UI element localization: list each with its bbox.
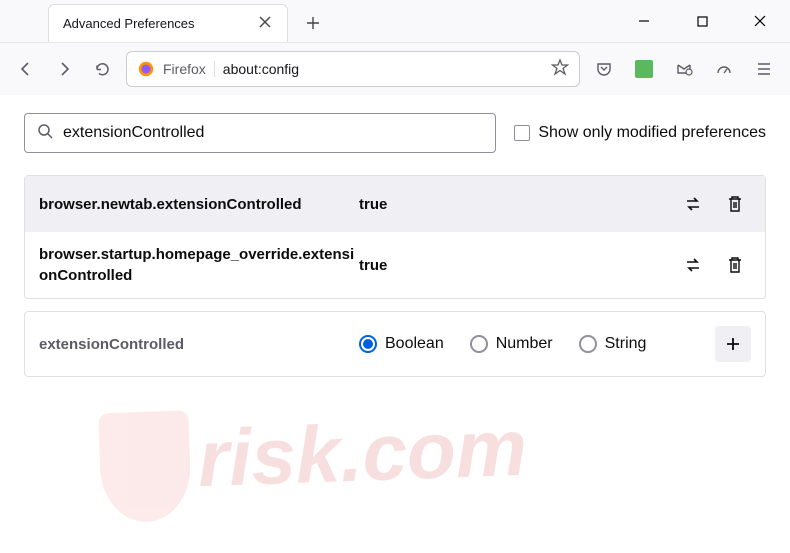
pref-actions [677,188,751,220]
radio-icon [470,335,488,353]
maximize-button[interactable] [682,6,722,36]
search-box[interactable] [24,113,496,153]
performance-icon[interactable] [710,55,738,83]
pref-actions [677,249,751,281]
forward-button[interactable] [50,55,78,83]
pref-value: true [359,257,677,274]
new-pref-row: extensionControlled Boolean Number Strin… [24,311,766,377]
menu-icon[interactable] [750,55,778,83]
new-tab-button[interactable] [298,8,328,38]
extension-icon[interactable] [630,55,658,83]
add-pref-button[interactable] [715,326,751,362]
checkbox-icon[interactable] [514,125,530,141]
url-path: about:config [223,61,543,77]
title-bar: Advanced Preferences [0,0,790,43]
radio-icon [359,335,377,353]
show-modified-label: Show only modified preferences [538,124,766,142]
new-pref-name: extensionControlled [39,336,359,353]
watermark: risk.com [98,393,701,524]
radio-string[interactable]: String [579,335,647,353]
toggle-icon[interactable] [677,249,709,281]
window-controls [624,0,780,42]
type-radio-group: Boolean Number String [359,335,715,353]
delete-icon[interactable] [719,188,751,220]
pref-name: browser.startup.homepage_override.extens… [39,244,359,286]
back-button[interactable] [12,55,40,83]
nav-bar: Firefox about:config [0,43,790,95]
search-icon [37,123,53,144]
tab-active[interactable]: Advanced Preferences [48,4,288,42]
pref-value: true [359,196,677,213]
search-input[interactable] [63,124,483,142]
preferences-table: browser.newtab.extensionControlled true … [24,175,766,299]
reload-button[interactable] [88,55,116,83]
toggle-icon[interactable] [677,188,709,220]
close-tab-icon[interactable] [257,14,273,33]
radio-number[interactable]: Number [470,335,553,353]
search-row: Show only modified preferences [24,113,766,153]
pref-name: browser.newtab.extensionControlled [39,194,359,215]
pref-row: browser.startup.homepage_override.extens… [25,232,765,298]
firefox-logo-icon [137,60,155,78]
url-origin: Firefox [163,61,215,77]
tab-title: Advanced Preferences [63,16,257,31]
minimize-button[interactable] [624,6,664,36]
pref-row: browser.newtab.extensionControlled true [25,176,765,232]
toolbar-icons [590,55,778,83]
account-icon[interactable] [670,55,698,83]
radio-boolean[interactable]: Boolean [359,335,444,353]
pocket-icon[interactable] [590,55,618,83]
url-bar[interactable]: Firefox about:config [126,51,580,87]
bookmark-star-icon[interactable] [551,58,569,81]
radio-icon [579,335,597,353]
close-window-button[interactable] [740,6,780,36]
content-area: Show only modified preferences browser.n… [0,95,790,395]
show-modified-checkbox[interactable]: Show only modified preferences [514,124,766,142]
delete-icon[interactable] [719,249,751,281]
